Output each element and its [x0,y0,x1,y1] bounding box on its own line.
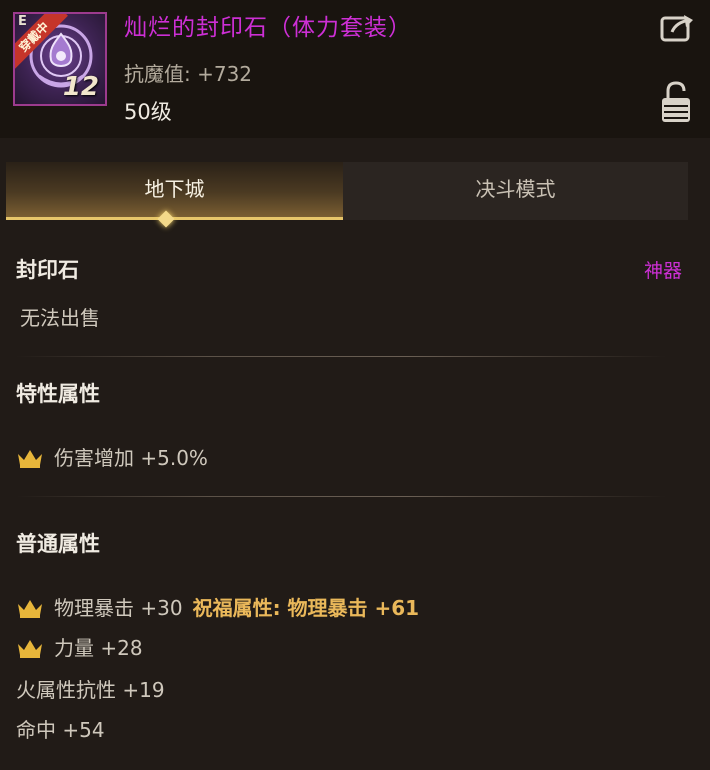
special-attributes-title: 特性属性 [16,382,100,406]
lock-icon [662,81,690,122]
common-attribute-text: 力量 +28 [54,636,143,660]
common-attribute-text: 火属性抗性 +19 [16,678,165,702]
level-requirement: 50级 [124,100,172,124]
tab-dungeon[interactable]: 地下城 [6,162,343,220]
share-button[interactable] [660,12,696,44]
mode-tabs: 地下城 决斗模式 [0,162,688,222]
special-attribute-row: 伤害增加 +5.0% [16,444,208,472]
item-type-label: 封印石 [16,258,79,282]
item-tooltip-panel: E 穿戴中 12 灿烂的封印石（体力套装） 抗魔值: +732 50级 地下城 … [0,0,710,770]
section-divider [16,356,666,357]
section-divider [16,496,666,497]
crown-icon [18,450,42,468]
common-attribute-row: 火属性抗性 +19 [16,676,165,704]
trade-status: 无法出售 [20,306,100,330]
item-header: E 穿戴中 12 灿烂的封印石（体力套装） 抗魔值: +732 50级 [0,0,710,138]
grade-mark: E [18,14,27,29]
common-attribute-text: 物理暴击 +30 [54,596,183,620]
crown-icon [18,600,42,618]
lock-button[interactable] [660,80,692,124]
reinforce-level: 12 [62,72,99,102]
seal-stone-item-icon[interactable]: E 穿戴中 12 [13,12,107,106]
special-attribute-text: 伤害增加 +5.0% [54,446,208,470]
blessing-attribute-text: 祝福属性: 物理暴击 +61 [192,596,420,620]
common-attribute-row: 命中 +54 [16,716,105,744]
common-attribute-row: 物理暴击 +30 祝福属性: 物理暴击 +61 [16,594,419,622]
common-attribute-text: 命中 +54 [16,718,105,742]
crown-icon [18,640,42,658]
share-icon [660,15,693,42]
anti-magic-value: 抗魔值: +732 [124,62,253,86]
common-attribute-row: 力量 +28 [16,634,143,662]
item-name: 灿烂的封印石（体力套装） [124,15,412,41]
rarity-badge: 神器 [643,260,682,282]
common-attributes-title: 普通属性 [16,532,100,556]
tab-pvp[interactable]: 决斗模式 [343,162,688,220]
